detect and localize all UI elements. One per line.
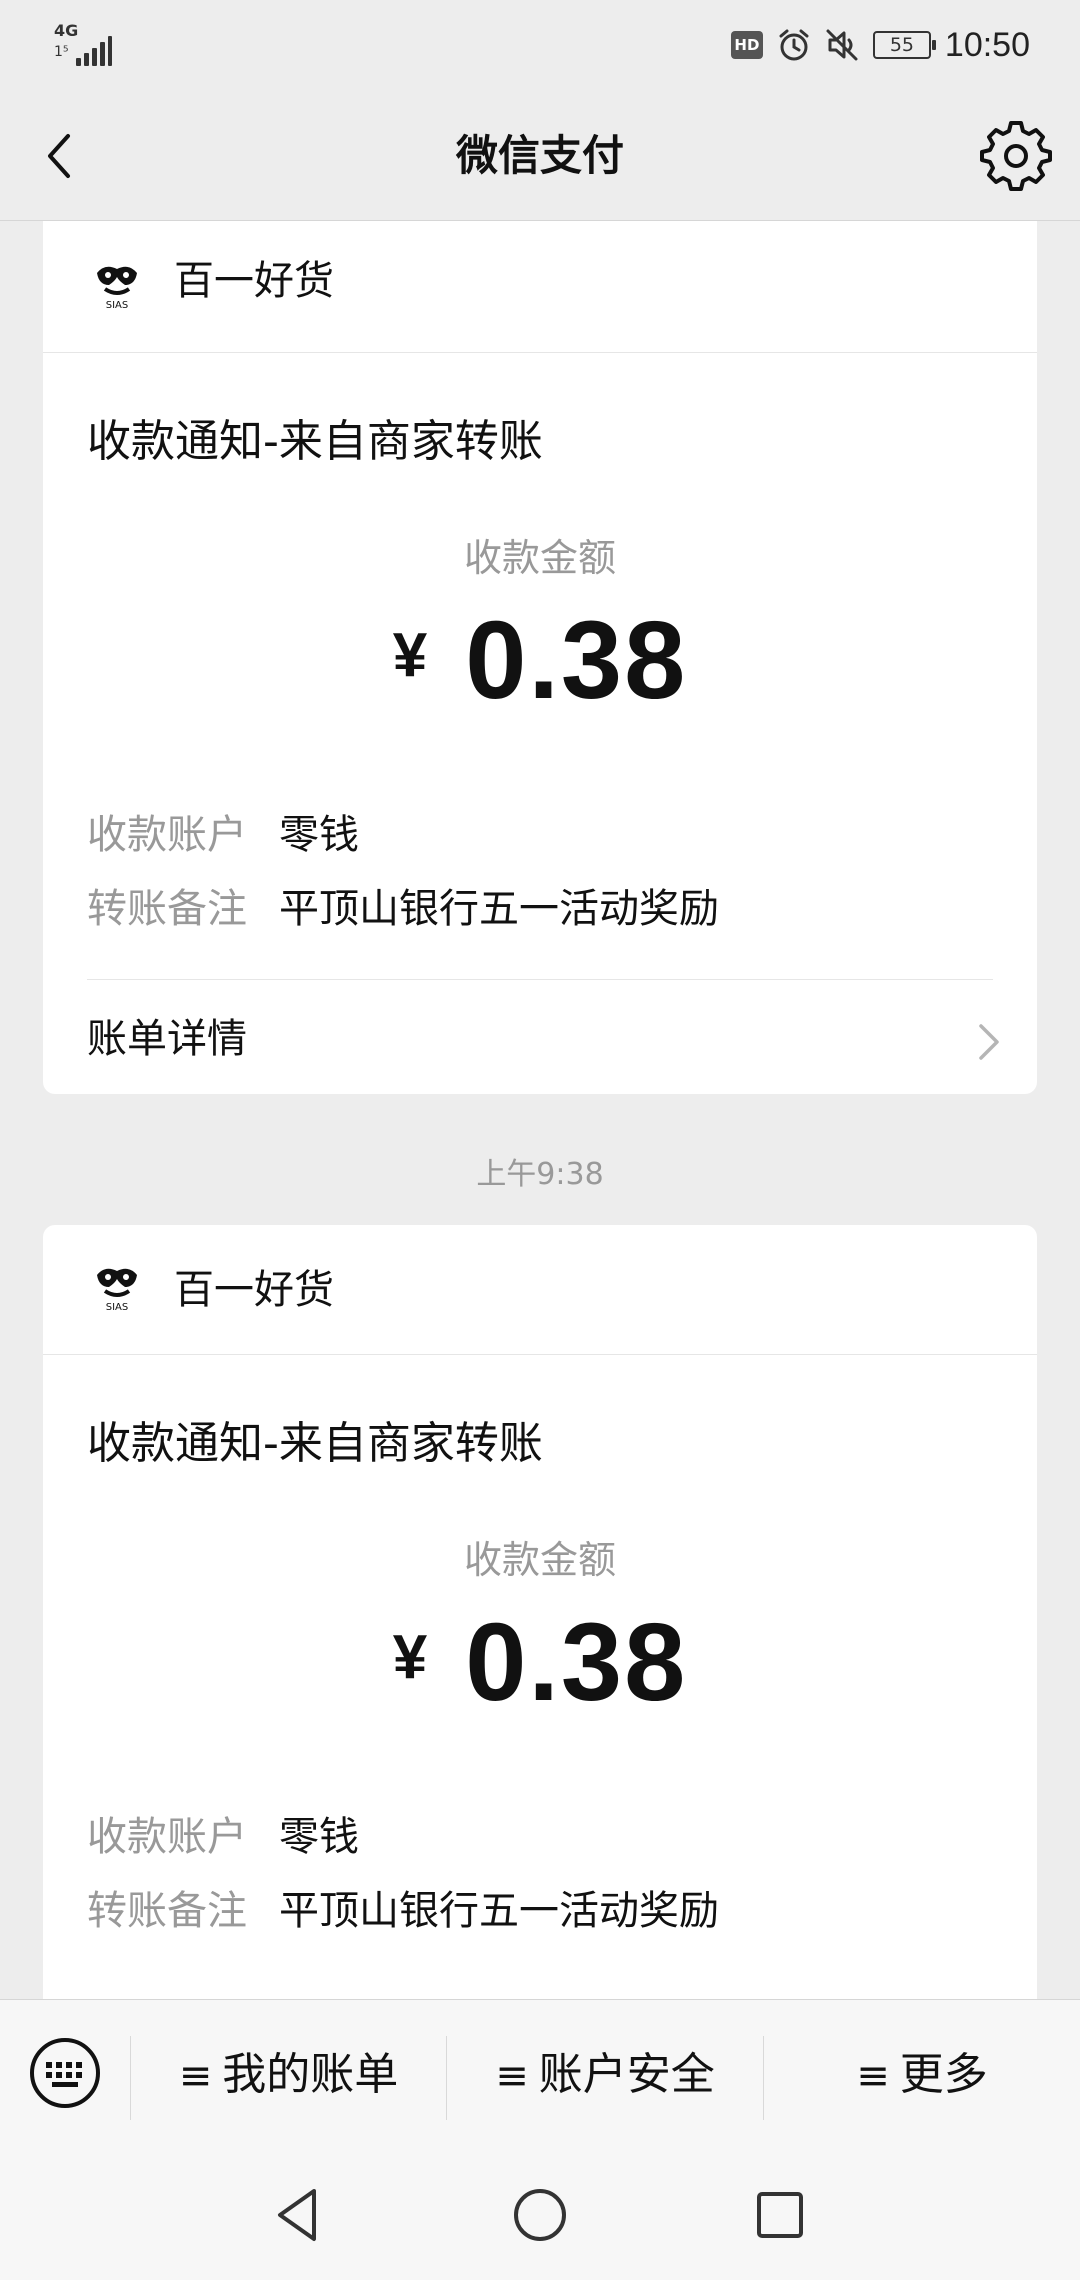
card-title: 收款通知-来自商家转账 xyxy=(87,1418,543,1469)
menu-account-security[interactable]: ≡ 账户安全 xyxy=(447,2000,763,2150)
mute-icon xyxy=(826,29,858,61)
page-title: 微信支付 xyxy=(455,131,624,180)
amount-value: 0.38 xyxy=(465,599,688,722)
amount-value: 0.38 xyxy=(465,1601,688,1724)
back-arrow-icon xyxy=(48,134,70,178)
merchant-name: 百一好货 xyxy=(174,258,334,304)
menu-label: 我的账单 xyxy=(222,2049,399,2100)
info-value: 平顶山银行五一活动奖励 xyxy=(279,886,719,932)
currency-symbol: ¥ xyxy=(392,621,428,690)
menu-list-icon: ≡ xyxy=(856,2053,890,2099)
network-sub: 1⁵ xyxy=(54,44,69,60)
currency-symbol: ¥ xyxy=(392,1623,428,1692)
info-value: 零钱 xyxy=(279,812,359,858)
info-row-remark: 转账备注 平顶山银行五一活动奖励 xyxy=(87,1883,719,1939)
gear-icon xyxy=(980,121,1052,191)
network-type: 4G xyxy=(54,21,79,40)
menu-my-bills[interactable]: ≡ 我的账单 xyxy=(131,2000,446,2150)
settings-button[interactable] xyxy=(980,120,1052,192)
clock: 10:50 xyxy=(944,25,1030,64)
nav-recents-button[interactable] xyxy=(746,2181,814,2249)
bill-details-label: 账单详情 xyxy=(87,1016,247,1062)
menu-list-icon: ≡ xyxy=(495,2053,529,2099)
nav-home-icon xyxy=(514,2189,566,2241)
message-list[interactable]: SIAS 百一好货 收款通知-来自商家转账 收款金额 ¥0.38 收款账户 零钱 … xyxy=(0,221,1080,1999)
merchant-logo-icon: SIAS xyxy=(97,266,137,311)
payment-card[interactable]: SIAS 百一好货 收款通知-来自商家转账 收款金额 ¥0.38 收款账户 零钱 … xyxy=(43,1225,1037,1999)
message-timestamp: 上午9:38 xyxy=(476,1157,604,1192)
battery-level: 55 xyxy=(889,34,914,56)
alarm-icon xyxy=(779,29,809,61)
amount-label: 收款金额 xyxy=(463,536,616,580)
keyboard-toggle-button[interactable] xyxy=(28,2036,102,2110)
wechat-pay-screen: 4G 1⁵ HD 55 10:50 微信支付 SIAS 百一好货 收款通知-来自… xyxy=(0,0,1080,2280)
menu-list-icon: ≡ xyxy=(178,2053,213,2099)
card-header[interactable]: SIAS 百一好货 xyxy=(43,1225,1037,1355)
chevron-right-icon xyxy=(979,1024,999,1060)
keyboard-icon xyxy=(30,2038,100,2108)
info-row-remark: 转账备注 平顶山银行五一活动奖励 xyxy=(87,881,719,937)
info-value: 零钱 xyxy=(279,1814,359,1860)
merchant-name: 百一好货 xyxy=(174,1267,334,1313)
bottom-menu: ≡ 我的账单 ≡ 账户安全 ≡ 更多 xyxy=(0,1999,1080,2149)
svg-text:SIAS: SIAS xyxy=(106,300,129,311)
card-title: 收款通知-来自商家转账 xyxy=(87,416,543,467)
nav-recents-icon xyxy=(757,2192,803,2238)
signal-indicator: 4G 1⁵ xyxy=(54,22,114,68)
amount: ¥0.38 xyxy=(43,597,1037,724)
info-key: 收款账户 xyxy=(87,812,247,858)
battery-icon: 55 xyxy=(872,31,936,59)
amount-label: 收款金额 xyxy=(463,1538,616,1582)
nav-home-button[interactable] xyxy=(506,2181,574,2249)
info-row-account: 收款账户 零钱 xyxy=(87,807,359,863)
merchant-logo-icon: SIAS xyxy=(97,1268,137,1313)
info-key: 转账备注 xyxy=(87,886,247,932)
back-button[interactable] xyxy=(28,122,96,190)
nav-back-icon xyxy=(278,2189,316,2241)
payment-card[interactable]: SIAS 百一好货 收款通知-来自商家转账 收款金额 ¥0.38 收款账户 零钱 … xyxy=(43,221,1037,1094)
status-bar: 4G 1⁵ HD 55 10:50 xyxy=(0,0,1080,92)
svg-text:SIAS: SIAS xyxy=(106,1302,129,1313)
menu-label: 更多 xyxy=(899,2049,988,2100)
card-header[interactable]: SIAS 百一好货 xyxy=(43,221,1037,353)
status-icons: HD 55 10:50 xyxy=(730,22,1030,68)
signal-icon xyxy=(76,36,112,66)
info-key: 收款账户 xyxy=(87,1814,247,1860)
menu-label: 账户安全 xyxy=(538,2049,715,2100)
bill-details-row[interactable]: 账单详情 xyxy=(43,980,1037,1098)
title-bar: 微信支付 xyxy=(0,92,1080,220)
info-key: 转账备注 xyxy=(87,1888,247,1934)
hd-badge: HD xyxy=(730,31,763,59)
nav-back-button[interactable] xyxy=(266,2181,334,2249)
info-value: 平顶山银行五一活动奖励 xyxy=(279,1888,719,1934)
info-row-account: 收款账户 零钱 xyxy=(87,1809,359,1865)
amount: ¥0.38 xyxy=(43,1599,1037,1726)
menu-more[interactable]: ≡ 更多 xyxy=(764,2000,1080,2150)
system-nav-bar xyxy=(0,2149,1080,2280)
